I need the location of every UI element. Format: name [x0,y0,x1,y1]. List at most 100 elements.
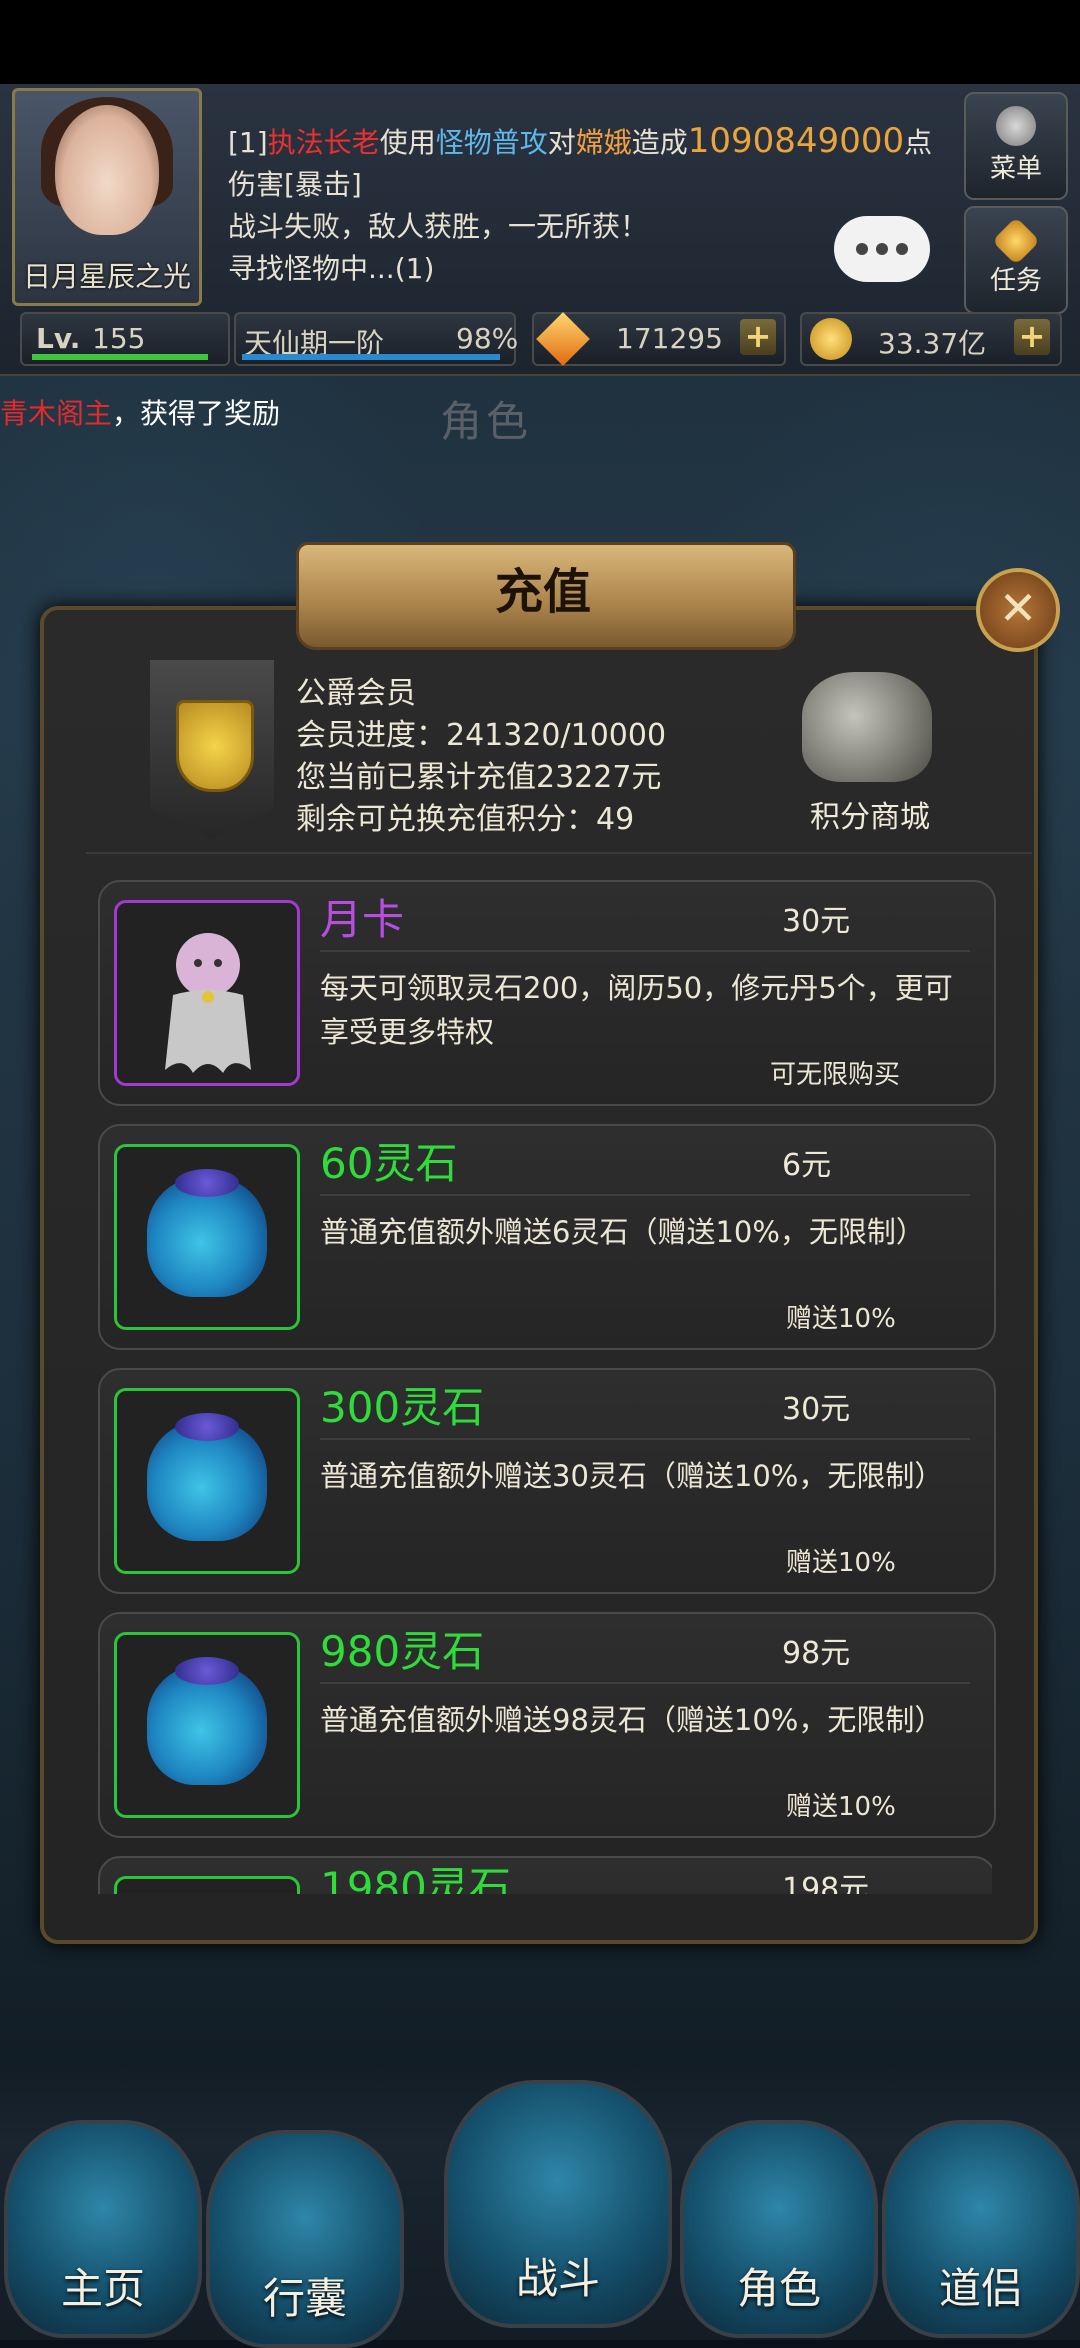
nav-role[interactable]: 角色 [680,2120,878,2338]
broadcast-text: ，获得了奖励 [112,397,281,430]
card-title: 60灵石 [320,1139,458,1188]
card-description: 普通充值额外赠送98灵石（赠送10%，无限制） [320,1703,944,1737]
crown-shield-icon [176,700,254,792]
card-price: 30元 [782,904,851,939]
card-divider [320,1194,970,1196]
chat-button[interactable] [834,216,930,282]
card-title: 月卡 [320,895,405,944]
log-target: 嫦娥 [575,126,632,159]
log-verb: 对 [547,126,576,159]
bag-knot [175,1169,239,1197]
gem-counter: 171295 + [532,312,786,366]
page-title: 角色 [440,397,533,446]
nav-bag[interactable]: 行囊 [206,2130,404,2348]
chat-dot [896,243,908,255]
stone-300-item[interactable]: 300灵石 30元 普通充值额外赠送30灵石（赠送10%，无限制） 赠送10% [98,1368,996,1594]
realm-bar: 天仙期一阶 98% [234,312,519,366]
bag-knot [175,1657,239,1685]
log-suffix: 点 [904,126,933,159]
gold-count: 33.37亿 [878,327,987,360]
task-label: 任务 [989,266,1042,296]
log-line-2: 伤害[暴击] [228,168,362,201]
nav-label: 道侣 [938,2264,1023,2313]
stone-60-item[interactable]: 60灵石 6元 普通充值额外赠送6灵石（赠送10%，无限制） 赠送10% [98,1124,996,1350]
task-icon [991,216,1041,266]
nav-partner[interactable]: 道侣 [882,2120,1080,2338]
log-skill: 怪物普攻 [435,126,548,159]
points-shop-button[interactable]: 积分商城 [790,792,950,836]
vip-level: 公爵会员 [296,676,416,711]
nav-home[interactable]: 主页 [4,2120,202,2338]
nav-label: 战斗 [515,2254,600,2303]
chat-dot [876,243,888,255]
stone-1980-item-clip: 1980灵石 198元 [98,1856,992,1894]
stone-bag-frame [114,1144,300,1330]
log-verb: 造成 [631,126,688,159]
add-gold-button[interactable]: + [1014,319,1050,355]
log-verb: 使用 [379,126,436,159]
card-title: 300灵石 [320,1383,485,1432]
stone-bag-frame [114,1388,300,1574]
card-divider [320,1682,970,1684]
vip-total: 您当前已累计充值23227元 [296,760,662,795]
vip-points: 剩余可兑换充值积分：49 [296,802,635,837]
monthly-card-item[interactable]: 月卡 30元 每天可领取灵石200，阅历50，修元丹5个，更可享受更多特权 可无… [98,880,996,1106]
nav-label: 行囊 [262,2274,347,2323]
broadcast-name: 青木阁主 [0,397,113,430]
log-prefix: [1] [228,126,268,159]
card-description: 普通充值额外赠送30灵石（赠送10%，无限制） [320,1459,944,1493]
stone-1980-item[interactable]: 1980灵石 198元 [98,1856,992,1894]
stone-bag-frame [114,1632,300,1818]
close-button[interactable]: ✕ [976,568,1060,652]
nav-label: 主页 [60,2264,145,2313]
stone-980-item[interactable]: 980灵石 98元 普通充值额外赠送98灵石（赠送10%，无限制） 赠送10% [98,1612,996,1838]
status-bar [0,0,1080,84]
points-shop-rock-icon[interactable] [802,672,932,782]
card-price: 6元 [782,1148,832,1183]
monthly-card-icon-frame [114,900,300,1086]
ghost-doll-icon [165,933,251,1073]
card-price: 30元 [782,1392,851,1427]
card-tag: 可无限购买 [770,1060,901,1090]
player-name: 日月星辰之光 [22,260,191,293]
system-broadcast: 青木阁主，获得了奖励 [0,392,280,432]
stone-bag-frame [114,1876,300,1894]
level-bar: Lv. 155 [20,312,230,366]
menu-button[interactable]: 菜单 [964,92,1068,200]
realm-progress: 98% [456,322,519,355]
card-price: 98元 [782,1636,851,1671]
gold-coin-icon [810,318,852,360]
card-title: 1980灵石 [320,1863,511,1894]
menu-label: 菜单 [989,154,1042,184]
nav-label: 角色 [736,2264,821,2313]
card-price: 198元 [782,1872,870,1894]
card-description: 每天可领取灵石200，阅历50，修元丹5个，更可享受更多特权 [320,971,953,1049]
card-description: 普通充值额外赠送6灵石（赠送10%，无限制） [320,1215,925,1249]
bag-knot [175,1413,239,1441]
dialog-title: 充值 [494,564,591,620]
gem-icon [536,312,590,366]
gear-icon [996,106,1036,146]
log-attacker: 执法长老 [267,126,380,159]
gem-count: 171295 [616,322,723,355]
gold-counter: 33.37亿 + [800,312,1062,366]
vip-progress: 会员进度：241320/10000 [296,718,667,753]
card-tag: 赠送10% [786,1304,896,1334]
log-line-1: [1]执法长老使用怪物普攻对嫦娥造成1090849000点 [228,120,948,164]
log-damage: 1090849000 [687,121,905,161]
chat-dot [856,243,868,255]
level-value: 155 [92,322,146,355]
level-progress [32,354,208,360]
card-divider [320,1438,970,1440]
level-prefix: Lv. [36,322,81,355]
card-title: 980灵石 [320,1627,485,1676]
realm-progress-fill [242,354,500,360]
card-divider [320,950,970,952]
nav-battle[interactable]: 战斗 [444,2080,672,2328]
player-avatar[interactable]: 日月星辰之光 [12,88,202,306]
task-button[interactable]: 任务 [964,206,1068,314]
card-tag: 赠送10% [786,1792,896,1822]
card-tag: 赠送10% [786,1548,896,1578]
add-gems-button[interactable]: + [740,319,776,355]
avatar-face [55,105,159,235]
